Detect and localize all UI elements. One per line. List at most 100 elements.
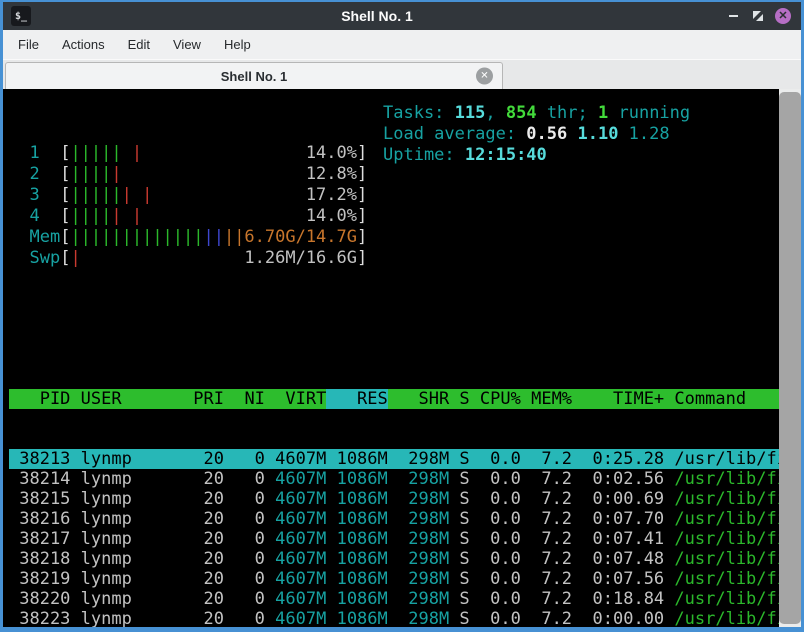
cell-cmd: /usr/lib/fir: [674, 469, 779, 489]
cell-virt: 4607M: [264, 549, 327, 569]
meter-segment-green: |||||: [70, 185, 122, 205]
meter-label: Mem: [9, 227, 61, 247]
meter-segment-green: |||||||||||||: [70, 227, 204, 247]
meter-3: 3 [|||||| | 17.2%]: [9, 185, 779, 206]
meter-segment-green: |||||: [70, 143, 122, 163]
cell-ni: 0: [223, 469, 265, 489]
tab-close-icon[interactable]: ✕: [476, 67, 493, 85]
meter-bar-fill: |||||||||||||||||: [70, 227, 244, 248]
meter-segment-blue: ||: [203, 227, 224, 247]
cell-pri: 20: [183, 529, 224, 549]
cell-cpu: 0.0: [469, 549, 521, 569]
process-row[interactable]: 38219 lynmp 20 0 4607M 1086M 298M S 0.0 …: [9, 569, 779, 589]
meter-close-bracket: ]: [357, 185, 368, 205]
close-button[interactable]: ✕: [773, 6, 793, 26]
column-header-ni[interactable]: NI: [224, 389, 264, 409]
cell-virt: 4607M: [264, 609, 327, 627]
cell-pid: 38214: [9, 469, 71, 489]
column-header-shr[interactable]: SHR: [388, 389, 449, 409]
column-header-user[interactable]: USER: [70, 389, 183, 409]
cell-shr: 298M: [387, 549, 450, 569]
column-header-time[interactable]: TIME+: [572, 389, 664, 409]
cell-mem: 7.2: [520, 569, 573, 589]
meter-open-bracket: [: [60, 185, 71, 205]
meter-segment-red: |: [70, 248, 81, 268]
stat-segment: 1.10: [577, 124, 629, 144]
cell-pid: 38223: [9, 609, 71, 627]
scrollbar[interactable]: [779, 89, 801, 627]
meter-label: 1: [9, 143, 61, 163]
cell-cmd: /usr/lib/fir: [674, 449, 779, 469]
process-table: 38213 lynmp 20 0 4607M 1086M 298M S 0.0 …: [9, 449, 779, 627]
cell-res: 1086M: [326, 469, 388, 489]
meter-segment-green: ||||: [70, 206, 112, 226]
cell-time: 0:18.84: [572, 589, 665, 609]
system-stats: Tasks: 115, 854 thr; 1 running Load avera…: [383, 103, 690, 166]
stat-tasks: Tasks: 115, 854 thr; 1 running: [383, 103, 690, 124]
process-row[interactable]: 38215 lynmp 20 0 4607M 1086M 298M S 0.0 …: [9, 489, 779, 509]
menu-item-help[interactable]: Help: [222, 35, 253, 54]
cell-shr: 298M: [387, 569, 450, 589]
cell-cmd: /usr/lib/fir: [674, 589, 779, 609]
process-row[interactable]: 38218 lynmp 20 0 4607M 1086M 298M S 0.0 …: [9, 549, 779, 569]
column-header-res[interactable]: RES: [326, 389, 388, 409]
cell-cpu: 0.0: [469, 469, 521, 489]
process-row[interactable]: 38216 lynmp 20 0 4607M 1086M 298M S 0.0 …: [9, 509, 779, 529]
cell-cpu: 0.0: [469, 569, 521, 589]
menu-item-actions[interactable]: Actions: [60, 35, 107, 54]
menu-item-file[interactable]: File: [16, 35, 41, 54]
process-row[interactable]: 38223 lynmp 20 0 4607M 1086M 298M S 0.0 …: [9, 609, 779, 627]
column-header-mem[interactable]: MEM%: [521, 389, 572, 409]
maximize-button[interactable]: [748, 6, 768, 26]
process-row[interactable]: 38214 lynmp 20 0 4607M 1086M 298M S 0.0 …: [9, 469, 779, 489]
process-row[interactable]: 38213 lynmp 20 0 4607M 1086M 298M S 0.0 …: [9, 449, 779, 469]
scrollbar-thumb[interactable]: [779, 92, 801, 624]
column-header-pri[interactable]: PRI: [183, 389, 224, 409]
meter-bar: ||||| 12.8%: [70, 164, 357, 185]
meter-bar-fill: |||||: [70, 164, 121, 185]
cell-time: 0:07.70: [572, 509, 665, 529]
cell-shr: 298M: [387, 509, 450, 529]
process-row[interactable]: 38217 lynmp 20 0 4607M 1086M 298M S 0.0 …: [9, 529, 779, 549]
column-header-virt[interactable]: VIRT: [265, 389, 326, 409]
minimize-button[interactable]: [723, 6, 743, 26]
meter-bar: ||||| | 14.0%: [70, 143, 357, 164]
tab-label: Shell No. 1: [220, 68, 288, 84]
meter-open-bracket: [: [60, 143, 71, 163]
stat-segment: running: [608, 103, 691, 123]
column-header-cpu[interactable]: CPU%: [470, 389, 521, 409]
cell-mem: 7.2: [520, 589, 573, 609]
cell-cpu: 0.0: [469, 589, 521, 609]
cell-ni: 0: [223, 609, 265, 627]
column-header-s[interactable]: S: [449, 389, 469, 409]
menu-item-edit[interactable]: Edit: [126, 35, 152, 54]
cell-user: lynmp: [70, 529, 184, 549]
minimize-icon: [728, 15, 738, 17]
stat-segment: Tasks:: [383, 103, 455, 123]
meter-segment-red: |: [121, 143, 143, 163]
meter-label: 4: [9, 206, 61, 226]
cell-mem: 7.2: [520, 549, 573, 569]
column-header-cmd[interactable]: Command: [664, 389, 746, 409]
cell-virt: 4607M: [264, 489, 327, 509]
column-header-pid[interactable]: PID: [9, 389, 71, 409]
cell-pid: 38216: [9, 509, 71, 529]
menu-bar: File Actions Edit View Help: [3, 30, 801, 59]
meter-label: 2: [9, 164, 61, 184]
meter-open-bracket: [: [60, 248, 71, 268]
htop-screen: 1 [||||| | 14.0%] 2 [||||| 12.8%] 3 [|||||…: [3, 89, 779, 627]
terminal-window: $_ Shell No. 1 ✕ File Actions Edit View Help…: [0, 0, 804, 632]
cell-ni: 0: [223, 489, 265, 509]
cell-user: lynmp: [70, 489, 184, 509]
cell-time: 0:00.00: [572, 609, 665, 627]
cell-cpu: 0.0: [469, 449, 521, 469]
stat-segment: Load average:: [383, 124, 527, 144]
cell-pri: 20: [183, 609, 224, 627]
tab-shell[interactable]: Shell No. 1 ✕: [5, 62, 503, 89]
process-row[interactable]: 38220 lynmp 20 0 4607M 1086M 298M S 0.0 …: [9, 589, 779, 609]
stat-load: Load average: 0.56 1.10 1.28: [383, 124, 690, 145]
cell-ni: 0: [223, 589, 265, 609]
cell-time: 0:25.28: [572, 449, 665, 469]
menu-item-view[interactable]: View: [171, 35, 203, 54]
cell-res: 1086M: [326, 449, 388, 469]
